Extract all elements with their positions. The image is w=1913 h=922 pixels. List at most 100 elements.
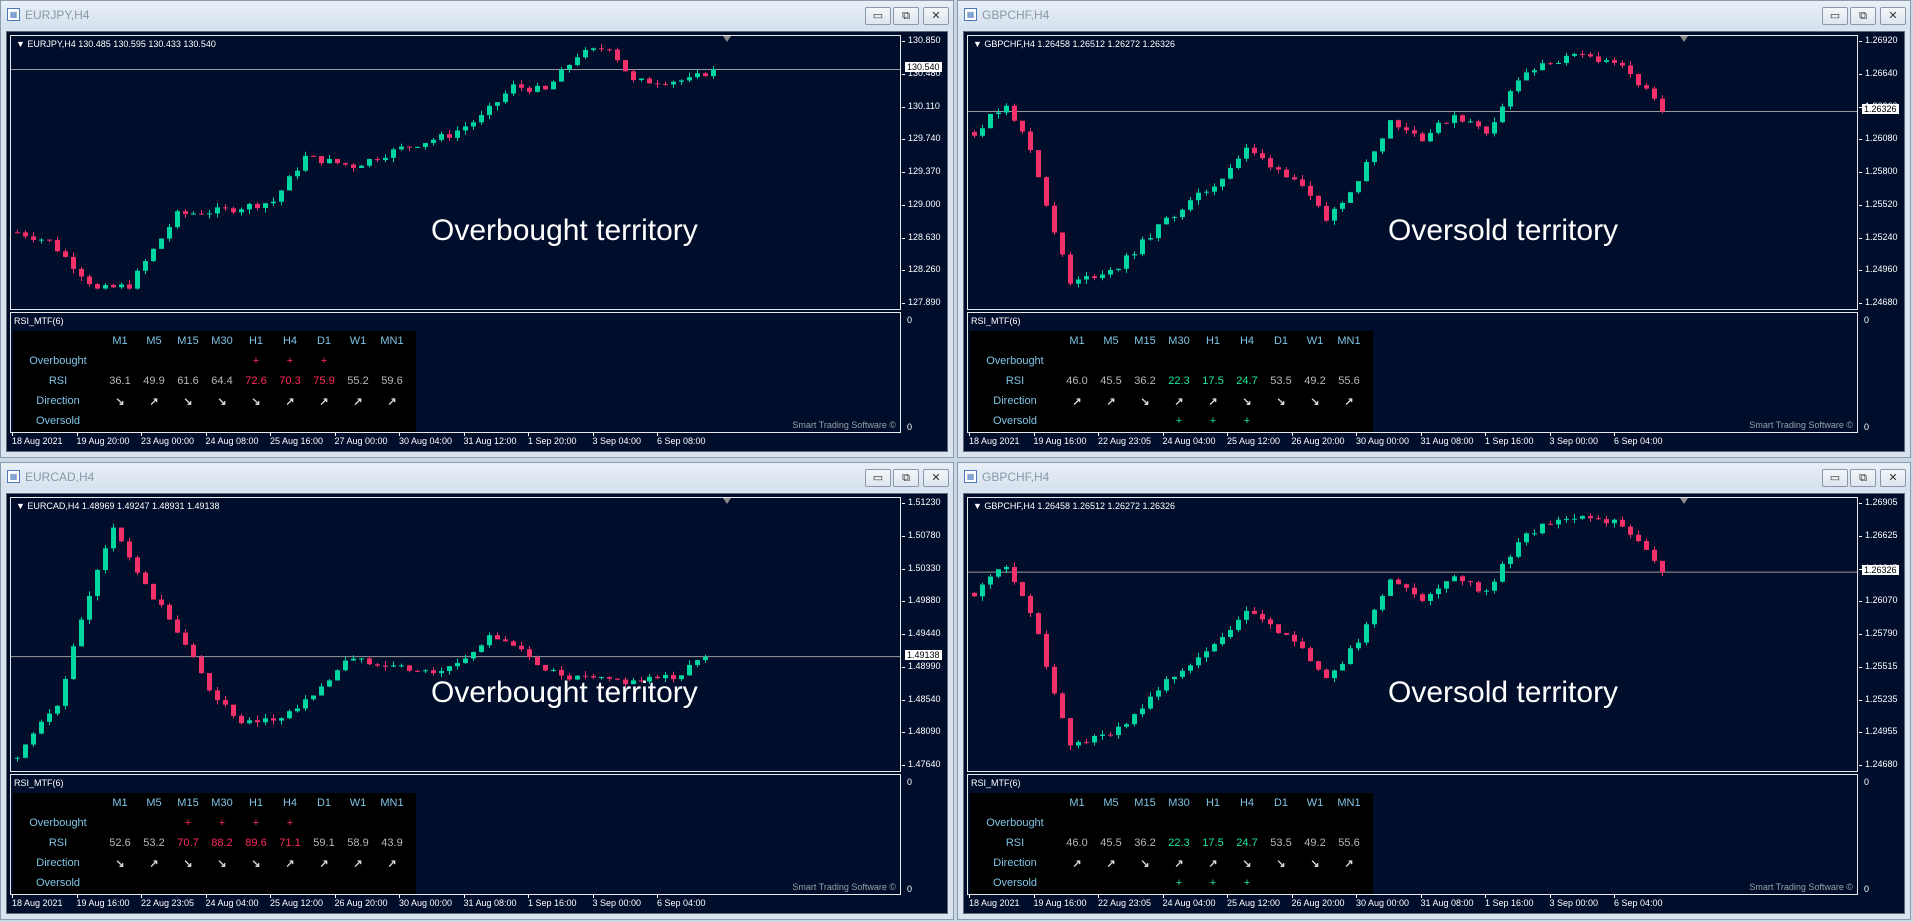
bull-candle xyxy=(1380,137,1385,154)
price-axis[interactable]: 1.269201.266401.263601.260801.258001.255… xyxy=(1859,35,1909,310)
timeframe-header: H4 xyxy=(1239,335,1255,347)
time-label: 18 Aug 2021 xyxy=(12,898,63,908)
price-tick xyxy=(902,765,905,766)
timeframe-header: MN1 xyxy=(1337,335,1361,347)
price-axis[interactable]: 1.269051.266251.263451.260701.257901.255… xyxy=(1859,497,1909,772)
bear-candle xyxy=(207,672,212,692)
bull-candle xyxy=(1452,574,1457,582)
bear-candle xyxy=(1628,524,1633,539)
price-tick xyxy=(1859,270,1862,272)
bull-candle xyxy=(535,82,540,93)
rsi-value: 24.7 xyxy=(1236,375,1258,387)
time-label: 26 Aug 20:00 xyxy=(1291,898,1345,908)
time-label: 31 Aug 12:00 xyxy=(463,436,517,446)
chart-shift-marker-icon[interactable] xyxy=(723,36,731,42)
indicator-axis-max: 0 xyxy=(1864,777,1870,787)
close-button[interactable]: ✕ xyxy=(923,7,949,25)
bear-candle xyxy=(1404,583,1409,592)
bull-candle xyxy=(679,79,684,85)
price-chart[interactable]: ▼ GBPCHF,H4 1.26458 1.26512 1.26272 1.26… xyxy=(967,35,1858,310)
bull-candle xyxy=(687,660,692,677)
window-titlebar[interactable]: ▦ GBPCHF,H4 ▭ ⧉ ✕ xyxy=(958,463,1910,491)
bull-candle xyxy=(295,704,300,713)
price-chart[interactable]: ▼ EURJPY,H4 130.485 130.595 130.433 130.… xyxy=(10,35,901,310)
price-chart[interactable]: ▼ GBPCHF,H4 1.26458 1.26512 1.26272 1.26… xyxy=(967,497,1858,772)
dropdown-icon[interactable]: ▼ xyxy=(973,501,984,511)
restore-button[interactable]: ⧉ xyxy=(1850,7,1876,25)
dropdown-icon[interactable]: ▼ xyxy=(16,39,27,49)
bear-candle xyxy=(199,209,204,215)
bear-candle xyxy=(1548,520,1553,526)
time-label: 23 Aug 00:00 xyxy=(141,436,195,446)
bull-candle xyxy=(159,238,164,250)
indicator-name: RSI_MTF(6) xyxy=(14,316,64,326)
price-label: 1.26905 xyxy=(1865,497,1898,507)
window-titlebar[interactable]: ▦ GBPCHF,H4 ▭ ⧉ ✕ xyxy=(958,1,1910,29)
price-tick xyxy=(1859,601,1862,603)
arrow-up-right-icon: ↗ xyxy=(387,396,397,408)
bull-candle xyxy=(551,667,556,672)
price-chart[interactable]: ▼ EURCAD,H4 1.48969 1.49247 1.48931 1.49… xyxy=(10,497,901,772)
chart-shift-marker-icon[interactable] xyxy=(723,498,731,504)
price-tick xyxy=(1859,634,1862,635)
time-label: 3 Sep 00:00 xyxy=(1549,436,1599,446)
overbought-mark: + xyxy=(286,355,294,367)
time-label: 18 Aug 2021 xyxy=(12,436,63,446)
chart-shift-marker-icon[interactable] xyxy=(1680,36,1688,42)
chart-client-area: ▼ GBPCHF,H4 1.26458 1.26512 1.26272 1.26… xyxy=(963,493,1905,914)
overbought-mark: + xyxy=(320,355,328,367)
window-titlebar[interactable]: ▦ EURCAD,H4 ▭ ⧉ ✕ xyxy=(1,463,953,491)
bull-candle xyxy=(247,202,252,214)
indicator-axis-min: 0 xyxy=(1864,422,1870,432)
minimize-button[interactable]: ▭ xyxy=(865,7,891,25)
timeframe-header: M30 xyxy=(1168,797,1190,809)
bear-candle xyxy=(87,274,92,287)
bear-candle xyxy=(1420,131,1425,142)
time-axis[interactable]: 18 Aug 2021 19 Aug 16:00 22 Aug 23:05 24 Au… xyxy=(10,895,901,913)
price-label: 1.26640 xyxy=(1865,67,1898,78)
dropdown-icon[interactable]: ▼ xyxy=(973,39,984,49)
time-label: 24 Aug 08:00 xyxy=(205,436,259,446)
bear-candle xyxy=(159,594,164,608)
chart-shift-marker-icon[interactable] xyxy=(1680,498,1688,504)
bull-candle xyxy=(711,66,716,79)
arrow-up-right-icon: ↗ xyxy=(285,858,295,870)
time-axis[interactable]: 18 Aug 2021 19 Aug 20:00 23 Aug 00:00 24 Au… xyxy=(10,433,901,451)
minimize-button[interactable]: ▭ xyxy=(1822,469,1848,487)
bull-candle xyxy=(1532,529,1537,536)
price-label: 1.51230 xyxy=(908,497,941,507)
time-label: 18 Aug 2021 xyxy=(969,436,1020,446)
bear-candle xyxy=(631,69,636,83)
window-titlebar[interactable]: ▦ EURJPY,H4 ▭ ⧉ ✕ xyxy=(1,1,953,29)
bear-candle xyxy=(1660,95,1665,114)
minimize-button[interactable]: ▭ xyxy=(865,469,891,487)
bear-candle xyxy=(1620,516,1625,528)
time-axis[interactable]: 18 Aug 2021 19 Aug 16:00 22 Aug 23:05 24 Au… xyxy=(967,895,1858,913)
bull-candle xyxy=(1164,215,1169,225)
bull-candle xyxy=(1524,532,1529,546)
price-tick xyxy=(1859,73,1862,75)
bull-candle xyxy=(1196,652,1201,669)
bear-candle xyxy=(311,155,316,157)
rsi-mtf-table: Overbought RSI Direction Oversold M1 36.1 ↘ M5 4… xyxy=(13,331,416,432)
close-button[interactable]: ✕ xyxy=(1880,7,1906,25)
bear-candle xyxy=(1316,660,1321,671)
price-tick xyxy=(1859,204,1862,206)
bear-candle xyxy=(543,85,548,91)
bull-candle xyxy=(439,131,444,142)
dropdown-icon[interactable]: ▼ xyxy=(16,501,27,511)
restore-button[interactable]: ⧉ xyxy=(893,469,919,487)
minimize-button[interactable]: ▭ xyxy=(1822,7,1848,25)
restore-button[interactable]: ⧉ xyxy=(1850,469,1876,487)
bear-candle xyxy=(1292,631,1297,647)
time-axis[interactable]: 18 Aug 2021 19 Aug 16:00 22 Aug 23:05 24 Au… xyxy=(967,433,1858,451)
close-button[interactable]: ✕ xyxy=(1880,469,1906,487)
price-label: 1.48990 xyxy=(908,660,941,671)
price-axis[interactable]: 1.51230 1.50780 1.50330 1.49880 1.49440 1.489… xyxy=(902,497,952,772)
time-label: 19 Aug 16:00 xyxy=(76,898,130,908)
timeframe-header: H1 xyxy=(248,797,264,809)
price-axis[interactable]: 130.850 130.480 130.110 129.740 129.370 129.0… xyxy=(902,35,952,310)
arrow-down-right-icon: ↘ xyxy=(1242,858,1252,870)
close-button[interactable]: ✕ xyxy=(923,469,949,487)
restore-button[interactable]: ⧉ xyxy=(893,7,919,25)
